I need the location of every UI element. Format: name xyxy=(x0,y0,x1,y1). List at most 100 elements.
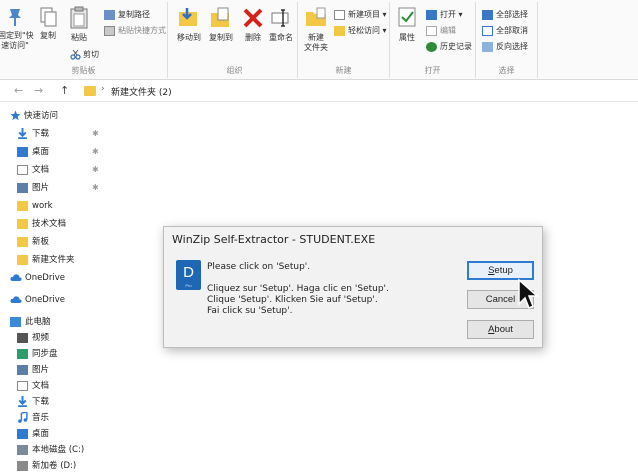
message-line-3: Clique 'Setup'. Klicken Sie auf 'Setup'. xyxy=(207,295,378,305)
easy-access-label: 轻松访问 ▾ xyxy=(348,26,387,35)
sidebar-item-pc-desktop[interactable]: 桌面 xyxy=(17,426,49,442)
select-all-label: 全部选择 xyxy=(496,10,528,19)
desktop-icon xyxy=(17,146,28,157)
pin-quick-access-label: 固定到"快 速访问" xyxy=(0,31,34,50)
sidebar-item-music[interactable]: 音乐 xyxy=(17,410,49,426)
new-item-label: 新建项目 ▾ xyxy=(348,10,387,19)
sidebar-item-label: 文档 xyxy=(32,165,50,175)
sidebar-item-label: 音乐 xyxy=(32,413,50,423)
sidebar-item-label: 同步盘 xyxy=(32,349,58,359)
folder-icon xyxy=(17,236,28,247)
rename-button[interactable]: 重命名 xyxy=(266,6,296,43)
select-none-button[interactable]: 全部取消 xyxy=(482,24,528,38)
pin-icon[interactable]: ✱ xyxy=(92,147,99,156)
open-button[interactable]: 打开 ▾ xyxy=(426,8,463,22)
cut-label: 剪切 xyxy=(83,50,99,59)
document-icon xyxy=(17,164,28,175)
edit-icon xyxy=(426,25,437,36)
folder-icon xyxy=(17,254,28,265)
chevron-right-icon: › xyxy=(101,84,105,94)
copy-path-button[interactable]: 复制路径 xyxy=(104,8,150,22)
sidebar-item-label: 图片 xyxy=(32,183,50,193)
up-button[interactable]: ↑ xyxy=(60,84,69,97)
sidebar-item-sync-disk[interactable]: 同步盘 xyxy=(17,346,58,362)
history-button[interactable]: 历史记录 xyxy=(426,40,472,54)
message-line-2: Cliquez sur 'Setup'. Haga clic en 'Setup… xyxy=(207,284,389,294)
sidebar-item-label: 下载 xyxy=(32,397,50,407)
paste-button[interactable]: 粘贴 xyxy=(66,6,92,43)
new-item-button[interactable]: 新建项目 ▾ xyxy=(334,8,387,22)
history-label: 历史记录 xyxy=(440,42,472,51)
app-icon-caption: Pro xyxy=(185,283,192,288)
sidebar-item-desktop[interactable]: 桌面 xyxy=(17,144,49,160)
sidebar-item-work[interactable]: work xyxy=(17,198,53,214)
move-to-icon xyxy=(179,8,197,26)
sidebar-item-videos[interactable]: 视频 xyxy=(17,330,49,346)
about-button[interactable]: About xyxy=(467,320,534,339)
open-group-label: 打开 xyxy=(424,66,441,75)
copy-label: 复制 xyxy=(40,31,56,40)
copy-button[interactable]: 复制 xyxy=(36,6,60,41)
picture-icon xyxy=(17,182,28,193)
sync-icon xyxy=(17,348,28,359)
sidebar-item-pc-downloads[interactable]: 下载 xyxy=(17,394,49,410)
select-all-button[interactable]: 全部选择 xyxy=(482,8,528,22)
music-note-icon xyxy=(18,411,28,423)
cloud-icon xyxy=(10,296,22,303)
copy-to-button[interactable]: 复制到 xyxy=(206,6,236,43)
pin-icon[interactable]: ✱ xyxy=(92,165,99,174)
sidebar-item-onedrive-2[interactable]: OneDrive xyxy=(10,292,65,308)
sidebar-item-onedrive[interactable]: OneDrive xyxy=(10,270,65,286)
new-folder-button[interactable]: 新建 文件夹 xyxy=(300,6,332,53)
edit-button[interactable]: 编辑 xyxy=(426,24,456,38)
setup-label: etup xyxy=(494,265,513,276)
forward-button[interactable]: → xyxy=(34,84,43,97)
new-folder-icon xyxy=(306,7,326,26)
move-to-button[interactable]: 移动到 xyxy=(174,6,204,43)
sidebar-item-quick-access[interactable]: 快速访问 xyxy=(10,108,58,124)
sidebar-item-tech-docs[interactable]: 技术文档 xyxy=(17,216,66,232)
sidebar-item-pictures[interactable]: 图片 xyxy=(17,180,49,196)
organize-group: 移动到 复制到 删除 重命名 组织 xyxy=(172,2,298,78)
cancel-label: Cancel xyxy=(485,294,516,305)
delete-icon xyxy=(243,8,263,28)
address-path[interactable]: 新建文件夹 (2) xyxy=(111,85,172,98)
open-icon xyxy=(426,9,437,20)
app-icon-letter: D xyxy=(183,264,194,281)
sidebar-item-label: 视频 xyxy=(32,333,50,343)
pin-icon[interactable]: ✱ xyxy=(92,183,99,192)
pin-icon[interactable]: ✱ xyxy=(92,129,99,138)
sidebar-item-new-folder[interactable]: 新建文件夹 xyxy=(17,252,75,268)
picture-icon xyxy=(17,364,28,375)
sidebar-item-pc-documents[interactable]: 文档 xyxy=(17,378,49,394)
desktop-icon xyxy=(17,428,28,439)
easy-access-icon xyxy=(334,25,345,36)
sidebar-item-downloads[interactable]: 下载 xyxy=(17,126,49,142)
invert-selection-button[interactable]: 反向选择 xyxy=(482,40,528,54)
sidebar-item-drive-c[interactable]: 本地磁盘 (C:) xyxy=(17,442,84,458)
easy-access-button[interactable]: 轻松访问 ▾ xyxy=(334,24,387,38)
sidebar-item-pc-pictures[interactable]: 图片 xyxy=(17,362,49,378)
delete-label: 删除 xyxy=(245,33,261,42)
cut-button[interactable]: 剪切 xyxy=(70,48,99,62)
sidebar-item-label: 下载 xyxy=(32,129,50,139)
folder-icon xyxy=(17,218,28,229)
copy-path-icon xyxy=(104,9,115,20)
sidebar-item-this-pc[interactable]: 此电脑 xyxy=(10,314,51,330)
sidebar-item-documents[interactable]: 文档 xyxy=(17,162,49,178)
back-button[interactable]: ← xyxy=(14,84,23,97)
organize-group-label: 组织 xyxy=(226,66,243,75)
pin-quick-access-button[interactable]: 固定到"快 速访问" xyxy=(0,6,34,51)
sidebar-item-label: 新加卷 (D:) xyxy=(32,461,77,471)
sidebar-item-drive-d[interactable]: 新加卷 (D:) xyxy=(17,458,76,472)
sidebar-item-new-board[interactable]: 新板 xyxy=(17,234,49,250)
properties-icon xyxy=(398,7,416,27)
rename-label: 重命名 xyxy=(269,33,293,42)
paste-shortcut-button[interactable]: 粘贴快捷方式 xyxy=(104,24,166,38)
sidebar-item-label: work xyxy=(32,201,53,211)
move-to-label: 移动到 xyxy=(177,33,201,42)
address-bar: ← → ↑ › 新建文件夹 (2) xyxy=(0,80,638,102)
properties-button[interactable]: 属性 xyxy=(394,6,420,43)
edit-label: 编辑 xyxy=(440,26,456,35)
delete-button[interactable]: 删除 xyxy=(240,6,266,43)
